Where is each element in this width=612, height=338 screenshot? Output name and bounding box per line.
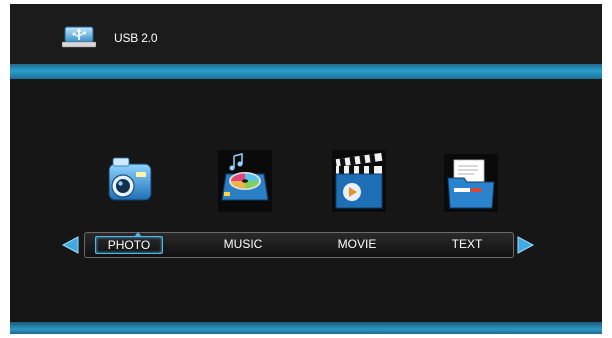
menu-item-text[interactable]: TEXT xyxy=(437,236,497,252)
menu-item-movie-label: MOVIE xyxy=(337,237,377,251)
document-folder-icon[interactable] xyxy=(444,154,498,216)
menu-item-photo[interactable]: PHOTO xyxy=(95,232,163,254)
camera-icon[interactable] xyxy=(103,152,157,214)
menu-item-music[interactable]: MUSIC xyxy=(213,236,273,252)
menu-item-music-label: MUSIC xyxy=(223,237,263,251)
footer-accent-bar xyxy=(10,322,602,334)
header-accent-bar xyxy=(10,64,602,79)
menu-item-photo-label: PHOTO xyxy=(107,238,151,252)
device-label: USB 2.0 xyxy=(114,31,158,45)
usb-drive-icon xyxy=(62,26,96,48)
left-arrow-icon[interactable] xyxy=(60,235,80,255)
category-menu-bar: PHOTO MUSIC MOVIE TEXT xyxy=(84,232,514,258)
right-arrow-icon[interactable] xyxy=(516,235,536,255)
selection-caret xyxy=(134,232,142,237)
menu-item-movie[interactable]: MOVIE xyxy=(327,236,387,252)
clapperboard-icon[interactable] xyxy=(332,150,386,212)
music-disc-icon[interactable] xyxy=(218,150,272,212)
menu-item-text-label: TEXT xyxy=(451,237,483,251)
header: USB 2.0 xyxy=(10,4,602,64)
media-player-screen: USB 2.0 PHOTO MUSIC MOVIE TEXT xyxy=(10,4,602,334)
